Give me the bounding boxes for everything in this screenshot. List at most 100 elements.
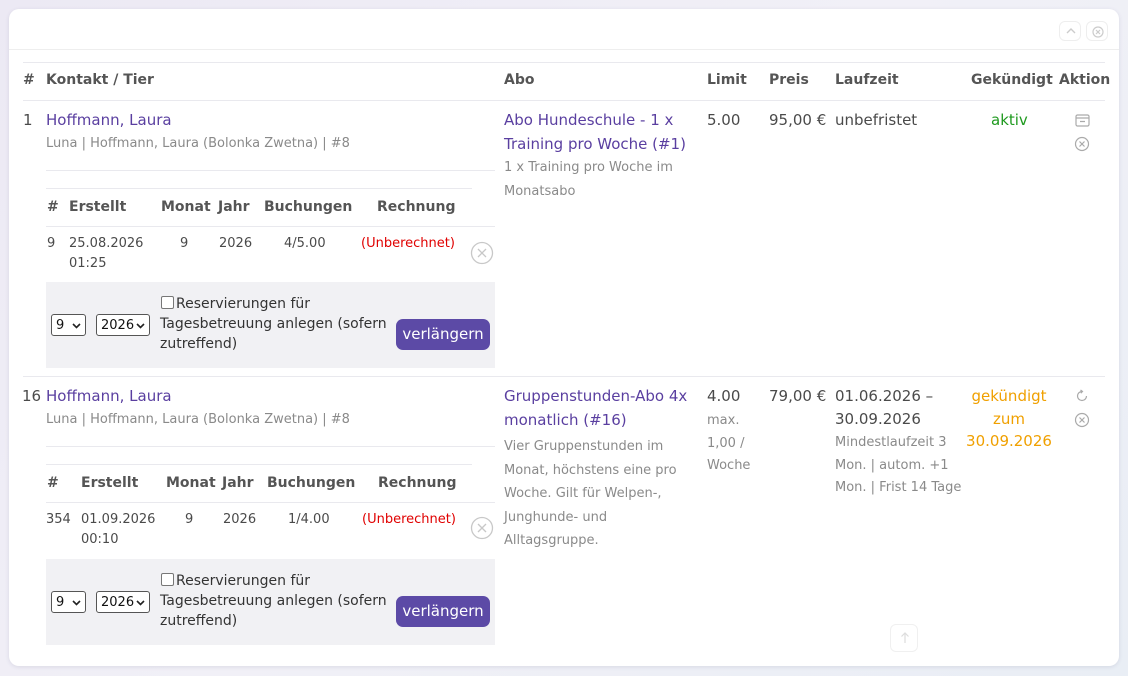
col-header-cancelled: Gekündigt <box>971 72 1053 88</box>
extend-button[interactable]: verlängern <box>396 319 490 350</box>
daycare-reservation-label: Reservierungen für Tagesbetreuung anlege… <box>160 573 387 629</box>
status-badge: gekündigt <box>971 387 1047 405</box>
limit-value: 4.00 <box>707 387 741 405</box>
calendar-icon[interactable] <box>1075 113 1090 127</box>
col-header-limit: Limit <box>707 72 747 88</box>
card-header <box>9 9 1119 50</box>
abo-link[interactable]: Abo Hundeschule - 1 x <box>504 111 673 129</box>
sub-row-date: 01.09.2026 <box>81 512 156 527</box>
sub-header-num: # <box>47 199 59 215</box>
abo-link[interactable]: Gruppenstunden-Abo 4x <box>504 387 687 405</box>
divider <box>23 100 1105 101</box>
col-header-abo: Abo <box>504 72 535 88</box>
delete-circle-icon[interactable] <box>470 516 494 540</box>
sub-header-month: Monat <box>166 475 216 491</box>
duration-value: unbefristet <box>835 111 918 129</box>
cancel-circle-icon[interactable] <box>1074 412 1090 428</box>
duration-start: 01.06.2026 – <box>835 387 934 405</box>
abo-link-line2[interactable]: monatlich (#16) <box>504 411 627 429</box>
divider <box>46 170 495 171</box>
abo-description: 1 x Training pro Woche im <box>504 160 673 175</box>
row-number: 1 <box>23 111 33 129</box>
scroll-top-icon <box>901 632 909 643</box>
sub-header-bookings: Buchungen <box>267 475 356 491</box>
sub-header-invoice: Rechnung <box>378 475 457 491</box>
col-header-price: Preis <box>769 72 809 88</box>
extend-panel: 9 2026 Reservierungen für Tagesbetreuung… <box>46 559 495 645</box>
sub-row-num: 9 <box>47 236 56 251</box>
sub-row-bookings: 1/4.00 <box>288 512 330 527</box>
row-number: 16 <box>22 387 42 405</box>
limit-value: 5.00 <box>707 111 741 129</box>
price-value: 95,00 € <box>769 111 827 129</box>
sub-row-bookings: 4/5.00 <box>284 236 326 251</box>
duration-end: 30.09.2026 <box>835 410 921 428</box>
divider <box>46 502 495 503</box>
scroll-top-button[interactable] <box>890 624 918 652</box>
subscriptions-card: # Kontakt / Tier Abo Limit Preis Laufzei… <box>9 9 1119 666</box>
year-select[interactable]: 2026 <box>96 591 150 613</box>
sub-header-invoice: Rechnung <box>377 199 456 215</box>
limit-note: max. 1,00 / Woche <box>707 413 751 473</box>
month-select[interactable]: 9 <box>51 314 86 336</box>
sub-row-year: 2026 <box>219 236 253 251</box>
sub-row-time: 00:10 <box>81 532 119 547</box>
contact-link[interactable]: Hoffmann, Laura <box>46 111 172 129</box>
sub-header-num: # <box>47 475 59 491</box>
chevron-down-icon <box>136 323 145 329</box>
row-divider <box>23 376 1105 377</box>
contact-link[interactable]: Hoffmann, Laura <box>46 387 172 405</box>
divider <box>23 62 1105 63</box>
sub-header-year: Jahr <box>222 475 254 491</box>
month-select[interactable]: 9 <box>51 591 86 613</box>
status-badge: aktiv <box>991 111 1028 129</box>
extend-button[interactable]: verlängern <box>396 596 490 627</box>
divider <box>46 464 472 465</box>
sub-row-year: 2026 <box>223 512 257 527</box>
extend-panel: 9 2026 Reservierungen für Tagesbetreuung… <box>46 282 495 368</box>
sub-header-bookings: Buchungen <box>264 199 353 215</box>
month-select-value: 9 <box>56 595 65 610</box>
divider <box>46 188 472 189</box>
close-button[interactable] <box>1086 21 1108 41</box>
col-header-action: Aktion <box>1059 72 1111 88</box>
collapse-button[interactable] <box>1059 21 1081 41</box>
abo-description-line2: Monatsabo <box>504 184 576 199</box>
col-header-num: # <box>23 72 35 88</box>
sub-row-month: 9 <box>180 236 189 251</box>
contact-subtitle: Luna | Hoffmann, Laura (Bolonka Zwetna) … <box>46 412 350 427</box>
divider <box>46 446 495 447</box>
chevron-down-icon <box>136 600 145 606</box>
contact-subtitle: Luna | Hoffmann, Laura (Bolonka Zwetna) … <box>46 136 350 151</box>
sub-header-created: Erstellt <box>69 199 127 215</box>
sub-row-time: 01:25 <box>69 256 107 271</box>
delete-circle-icon[interactable] <box>470 241 494 265</box>
sub-header-month: Monat <box>161 199 211 215</box>
chevron-down-icon <box>72 600 81 606</box>
cancel-circle-icon[interactable] <box>1074 136 1090 152</box>
sub-row-num: 354 <box>46 512 71 527</box>
status-badge-line2: zum <box>993 410 1025 428</box>
col-header-duration: Laufzeit <box>835 72 899 88</box>
divider <box>46 226 495 227</box>
chevron-up-icon <box>1066 28 1076 34</box>
sub-row-date: 25.08.2026 <box>69 236 144 251</box>
sub-row-month: 9 <box>185 512 194 527</box>
sub-header-created: Erstellt <box>81 475 139 491</box>
sub-header-year: Jahr <box>218 199 250 215</box>
price-value: 79,00 € <box>769 387 827 405</box>
refresh-icon[interactable] <box>1075 389 1089 403</box>
invoice-status: (Unberechnet) <box>362 512 456 527</box>
year-select-value: 2026 <box>101 595 135 610</box>
abo-description: Vier Gruppenstunden im Monat, höchstens … <box>504 439 677 548</box>
year-select[interactable]: 2026 <box>96 314 150 336</box>
close-circle-icon <box>1092 26 1104 38</box>
duration-note: Mindestlaufzeit 3 Mon. | autom. +1 Mon. … <box>835 435 962 495</box>
invoice-status: (Unberechnet) <box>361 236 455 251</box>
daycare-reservation-label: Reservierungen für Tagesbetreuung anlege… <box>160 296 387 352</box>
status-badge-date: 30.09.2026 <box>966 432 1052 450</box>
month-select-value: 9 <box>56 318 65 333</box>
year-select-value: 2026 <box>101 318 135 333</box>
abo-link-line2[interactable]: Training pro Woche (#1) <box>504 135 686 153</box>
col-header-contact: Kontakt / Tier <box>46 72 154 88</box>
